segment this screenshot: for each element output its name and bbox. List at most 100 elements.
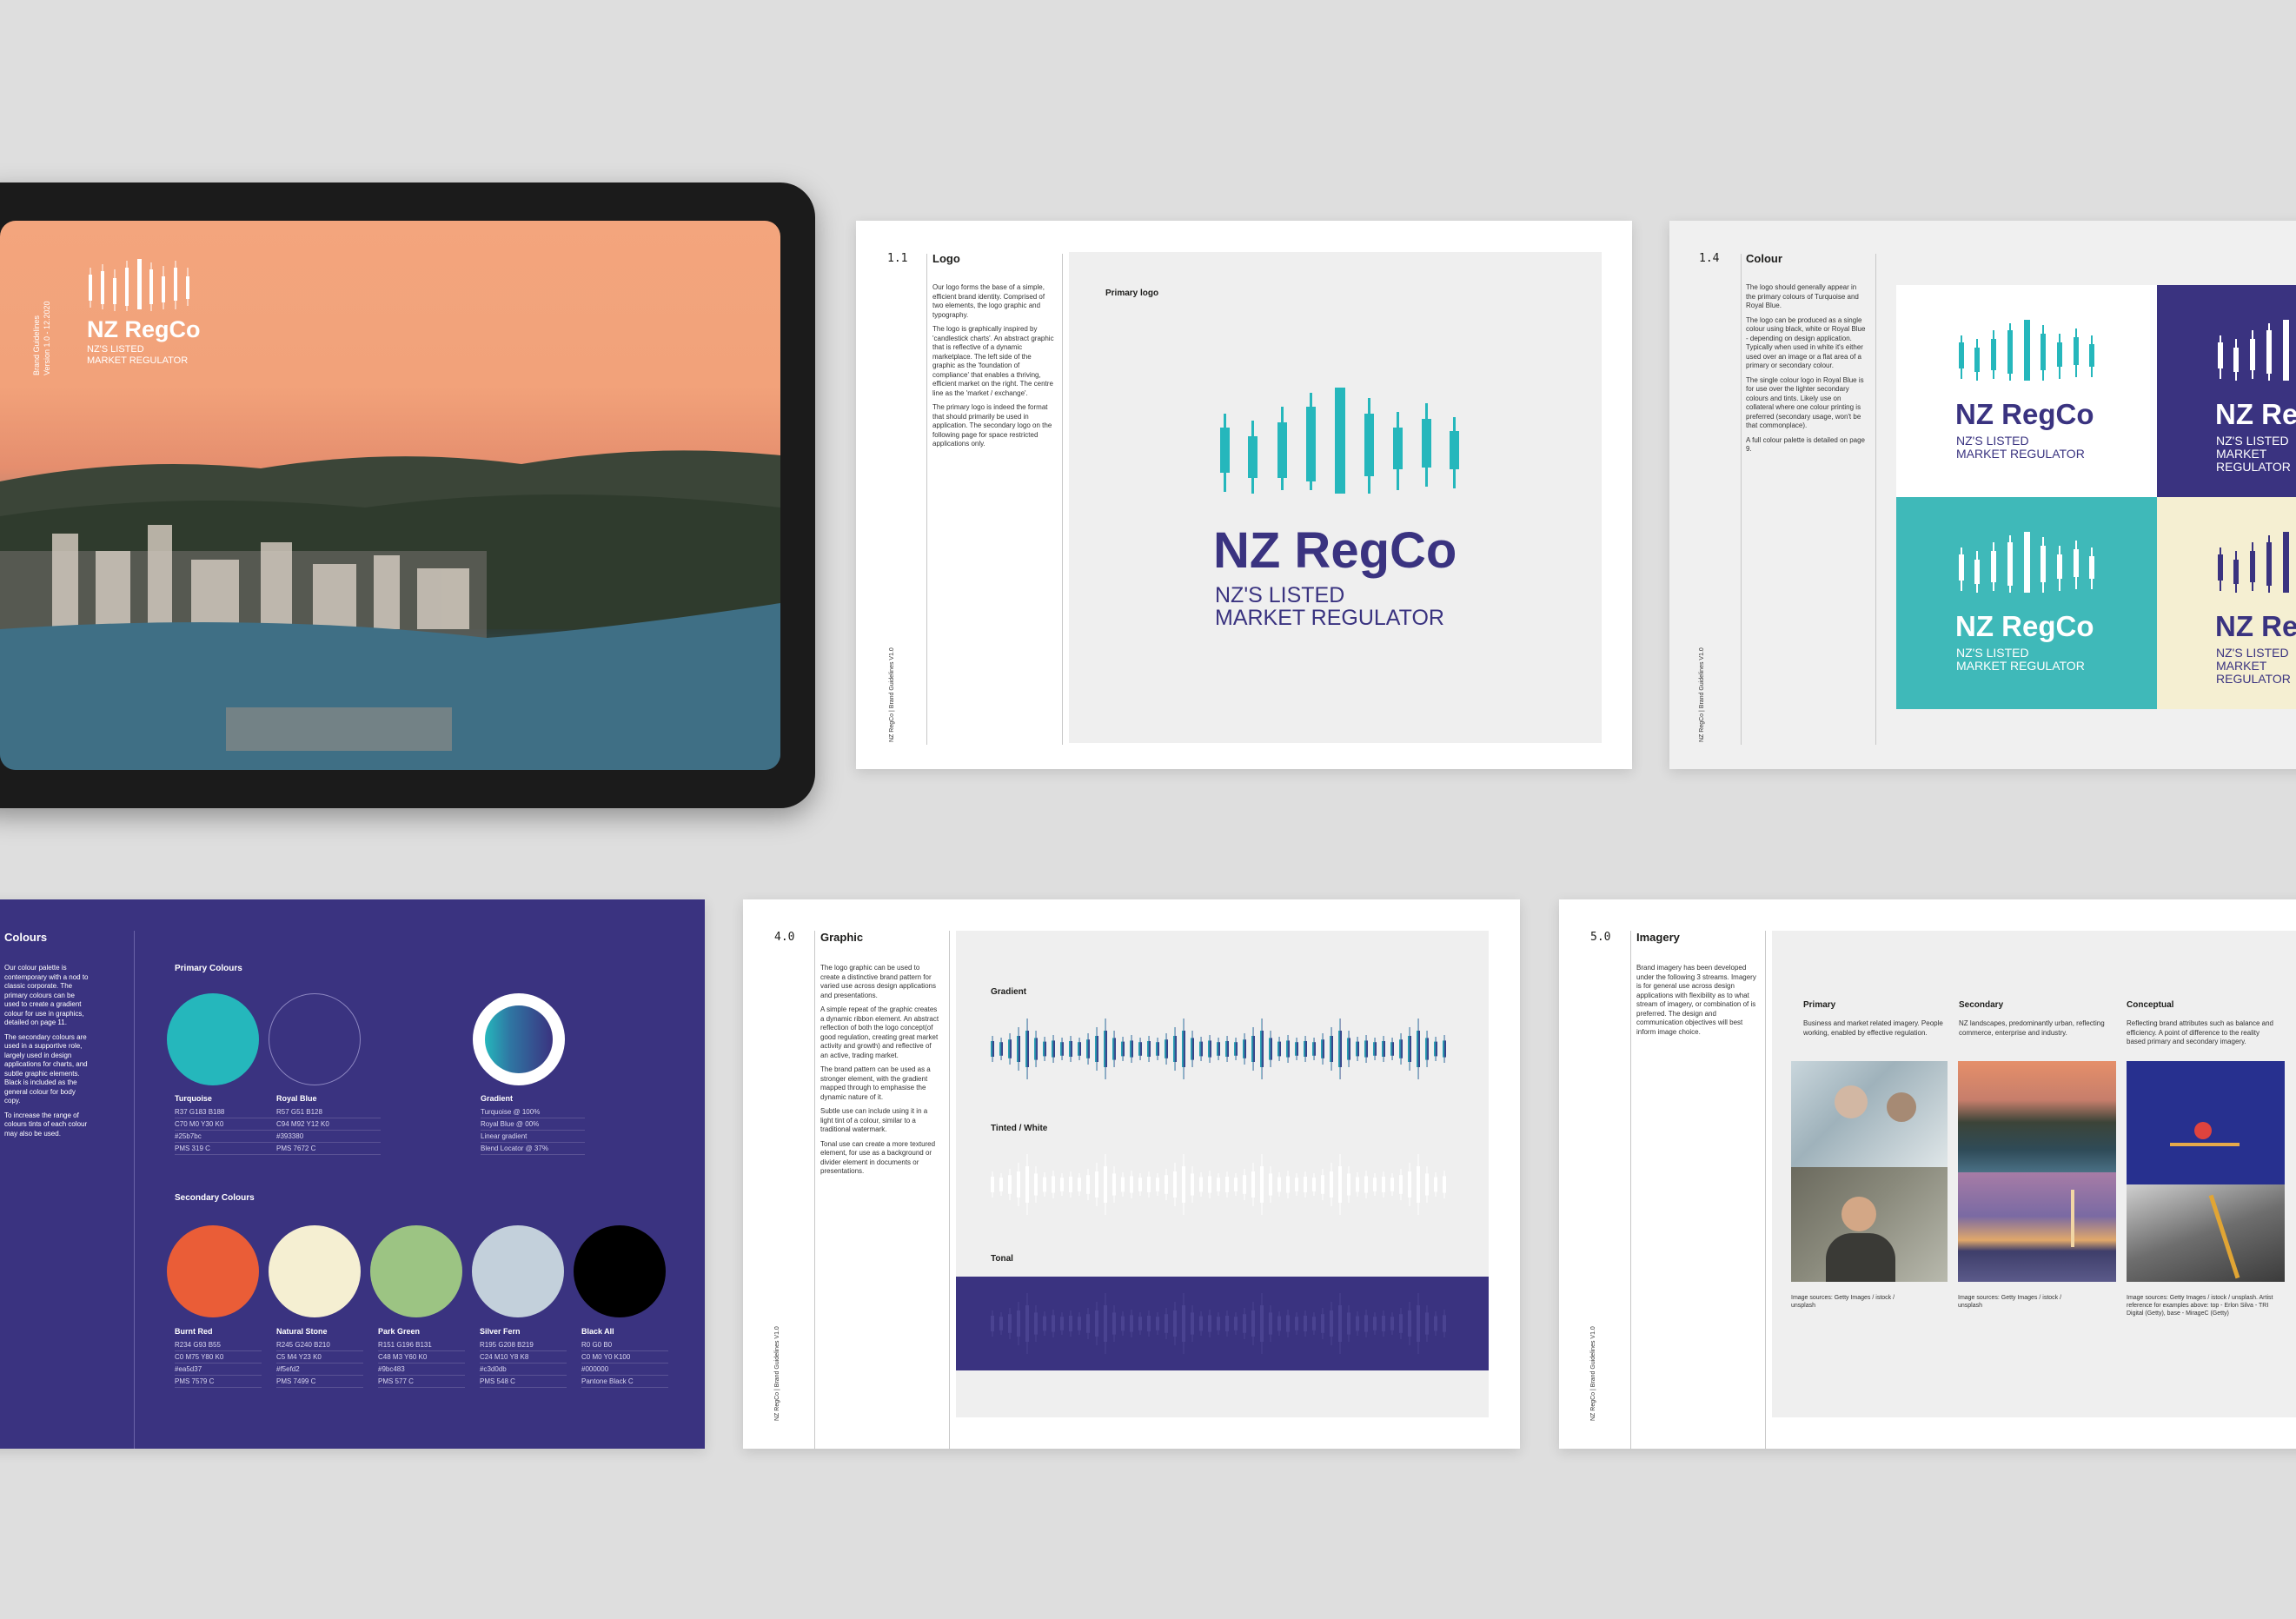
tablet-tagline: NZ'S LISTED MARKET REGULATOR bbox=[87, 344, 189, 366]
ribbon-candle-wick bbox=[1304, 1171, 1306, 1198]
ribbon-candle-wick bbox=[1278, 1311, 1280, 1336]
tablet-side-text: Brand Guidelines Version 1.0 - 12.2020 bbox=[32, 301, 51, 375]
logo-tagline: NZ'S LISTED MARKET REGULATOR bbox=[1956, 646, 2085, 673]
swatch-spec-turquoise: Turquoise R37 G183 B188 C70 M0 Y30 K0 #2… bbox=[175, 1094, 279, 1155]
ribbon-candle-wick bbox=[1339, 1154, 1341, 1215]
swatch-natural-stone bbox=[269, 1225, 361, 1317]
ribbon-candle-wick bbox=[1087, 1169, 1089, 1200]
ribbon-candle-wick bbox=[1235, 1038, 1237, 1060]
swatch-name: Silver Fern bbox=[480, 1327, 521, 1336]
ribbon-candle-wick bbox=[1417, 1154, 1419, 1215]
column-heading-secondary: Secondary bbox=[1959, 1000, 2004, 1010]
ribbon-candle-wick bbox=[1278, 1037, 1280, 1061]
ribbon-candle-wick bbox=[1322, 1308, 1324, 1339]
swatch-spec: PMS 577 C bbox=[378, 1376, 465, 1388]
ribbon-candle-wick bbox=[1209, 1310, 1211, 1337]
ribbon-candle-wick bbox=[1365, 1035, 1367, 1063]
ribbon-candle-wick bbox=[1435, 1311, 1437, 1336]
swatch-spec: R234 G93 B55 bbox=[175, 1339, 262, 1351]
swatch-spec: R195 G208 B219 bbox=[480, 1339, 567, 1351]
divider bbox=[814, 931, 815, 1449]
ribbon-candle-wick bbox=[1357, 1037, 1358, 1061]
sky-tower bbox=[2071, 1190, 2074, 1247]
ribbon-candle-wick bbox=[1061, 1312, 1063, 1335]
balance-concept-photo bbox=[2127, 1061, 2285, 1184]
ribbon-candle-wick bbox=[1131, 1171, 1132, 1198]
tablet-logo-graphic bbox=[87, 255, 200, 321]
candlestick-logo-icon bbox=[1959, 532, 2094, 593]
logo-tagline-cropped: NZ'S LISTED MARKET REGULATOR bbox=[2216, 646, 2291, 686]
swatch-spec: #9bc483 bbox=[378, 1364, 465, 1376]
ribbon-candle-wick bbox=[1191, 1305, 1193, 1342]
tonal-band bbox=[956, 1277, 1489, 1370]
ribbon-candle-wick bbox=[1218, 1173, 1219, 1196]
swatch-spec: C94 M92 Y12 K0 bbox=[276, 1118, 381, 1131]
logo-tile-white: NZ RegCo NZ'S LISTED MARKET REGULATOR bbox=[1896, 285, 2157, 497]
swatch-spec-park-green: Park Green R151 G196 B131 C48 M3 Y60 K0 … bbox=[378, 1327, 465, 1388]
ribbon-candle-wick bbox=[1009, 1308, 1011, 1339]
ribbon-candle-wick bbox=[1435, 1037, 1437, 1061]
photo-figure bbox=[1887, 1092, 1916, 1122]
ribbon-candle-wick bbox=[1191, 1031, 1193, 1067]
logo-page: 1.1 Logo Our logo forms the base of a si… bbox=[856, 221, 1632, 769]
photo-figure bbox=[1835, 1085, 1868, 1118]
paragraph: Brand imagery has been developed under t… bbox=[1636, 964, 1756, 1036]
paragraph: Tonal use can create a more textured ele… bbox=[820, 1139, 936, 1176]
ribbon-candle-wick bbox=[1330, 1163, 1332, 1206]
logo-wordmark-cropped: NZ Re bbox=[2215, 610, 2296, 642]
ribbon-candle-wick bbox=[1096, 1163, 1098, 1206]
section-number: 1.4 bbox=[1699, 252, 1720, 265]
ribbon-candle-wick bbox=[1070, 1036, 1072, 1062]
ribbon-candle-wick bbox=[1426, 1031, 1428, 1067]
swatch-spec: C70 M0 Y30 K0 bbox=[175, 1118, 279, 1131]
swatch-spec: Pantone Black C bbox=[581, 1376, 668, 1388]
office-people-photo bbox=[1791, 1061, 1948, 1167]
ribbon-candle-wick bbox=[1443, 1310, 1445, 1337]
panel-label: Primary logo bbox=[1105, 289, 1159, 298]
ribbon-candle-wick bbox=[1287, 1035, 1289, 1063]
ribbon-candle-wick bbox=[1070, 1310, 1072, 1337]
ribbon-candle-wick bbox=[1009, 1169, 1011, 1200]
ribbon-candle-wick bbox=[1035, 1166, 1037, 1203]
swatch-spec: Turquoise @ 100% bbox=[481, 1106, 585, 1118]
ribbon-candle-wick bbox=[1148, 1036, 1150, 1062]
candlestick-logo-icon bbox=[1959, 320, 2094, 381]
colours-description: Our colour palette is contemporary with … bbox=[4, 964, 91, 1144]
ribbon-candle-wick bbox=[1365, 1310, 1367, 1337]
swatch-name: Burnt Red bbox=[175, 1327, 213, 1336]
ribbon-candle-wick bbox=[1078, 1312, 1080, 1335]
ribbon-candle-wick bbox=[1122, 1311, 1124, 1336]
candlestick-logo-icon bbox=[89, 259, 189, 311]
ribbon-candle-wick bbox=[1200, 1311, 1202, 1336]
ribbon-candle-wick bbox=[1000, 1038, 1002, 1060]
ribbon-candle-wick bbox=[1000, 1173, 1002, 1196]
ribbon-candle-wick bbox=[1218, 1312, 1219, 1335]
swatch-spec: PMS 319 C bbox=[175, 1143, 279, 1155]
ribbon-candle-wick bbox=[1026, 1293, 1028, 1354]
ribbon-candle-wick bbox=[1200, 1172, 1202, 1197]
photo-figure-body bbox=[1826, 1233, 1895, 1282]
ribbon-candle-wick bbox=[1313, 1312, 1315, 1335]
swatch-spec: Linear gradient bbox=[481, 1131, 585, 1143]
ribbon-candle-wick bbox=[1105, 1293, 1106, 1354]
divider bbox=[1741, 254, 1742, 745]
ribbon-candle-wick bbox=[1417, 1293, 1419, 1354]
swatch-burnt-red bbox=[167, 1225, 259, 1317]
ribbon-candle-wick bbox=[1052, 1035, 1054, 1063]
ribbon-candle-wick bbox=[1218, 1038, 1219, 1060]
column-text-primary: Business and market related imagery. Peo… bbox=[1803, 1019, 1943, 1037]
ribbon-candle-wick bbox=[1148, 1310, 1150, 1337]
swatch-spec: C0 M0 Y0 K100 bbox=[581, 1351, 668, 1364]
candlestick-logo-icon bbox=[1220, 388, 1459, 494]
divider bbox=[134, 931, 135, 1449]
logo-wordmark: NZ RegCo bbox=[1955, 610, 2094, 642]
swatch-name: Park Green bbox=[378, 1327, 421, 1336]
ribbon-candle-wick bbox=[1191, 1166, 1193, 1203]
logo-tile-turquoise: NZ RegCo NZ'S LISTED MARKET REGULATOR bbox=[1896, 497, 2157, 709]
ribbon-candle-wick bbox=[1235, 1173, 1237, 1196]
ribbon-candle-wick bbox=[1374, 1173, 1376, 1196]
graphic-page: 4.0 Graphic The logo graphic can be used… bbox=[743, 899, 1520, 1449]
section-number: 4.0 bbox=[774, 931, 795, 944]
paragraph: A full colour palette is detailed on pag… bbox=[1746, 435, 1865, 454]
swatch-silver-fern bbox=[472, 1225, 564, 1317]
